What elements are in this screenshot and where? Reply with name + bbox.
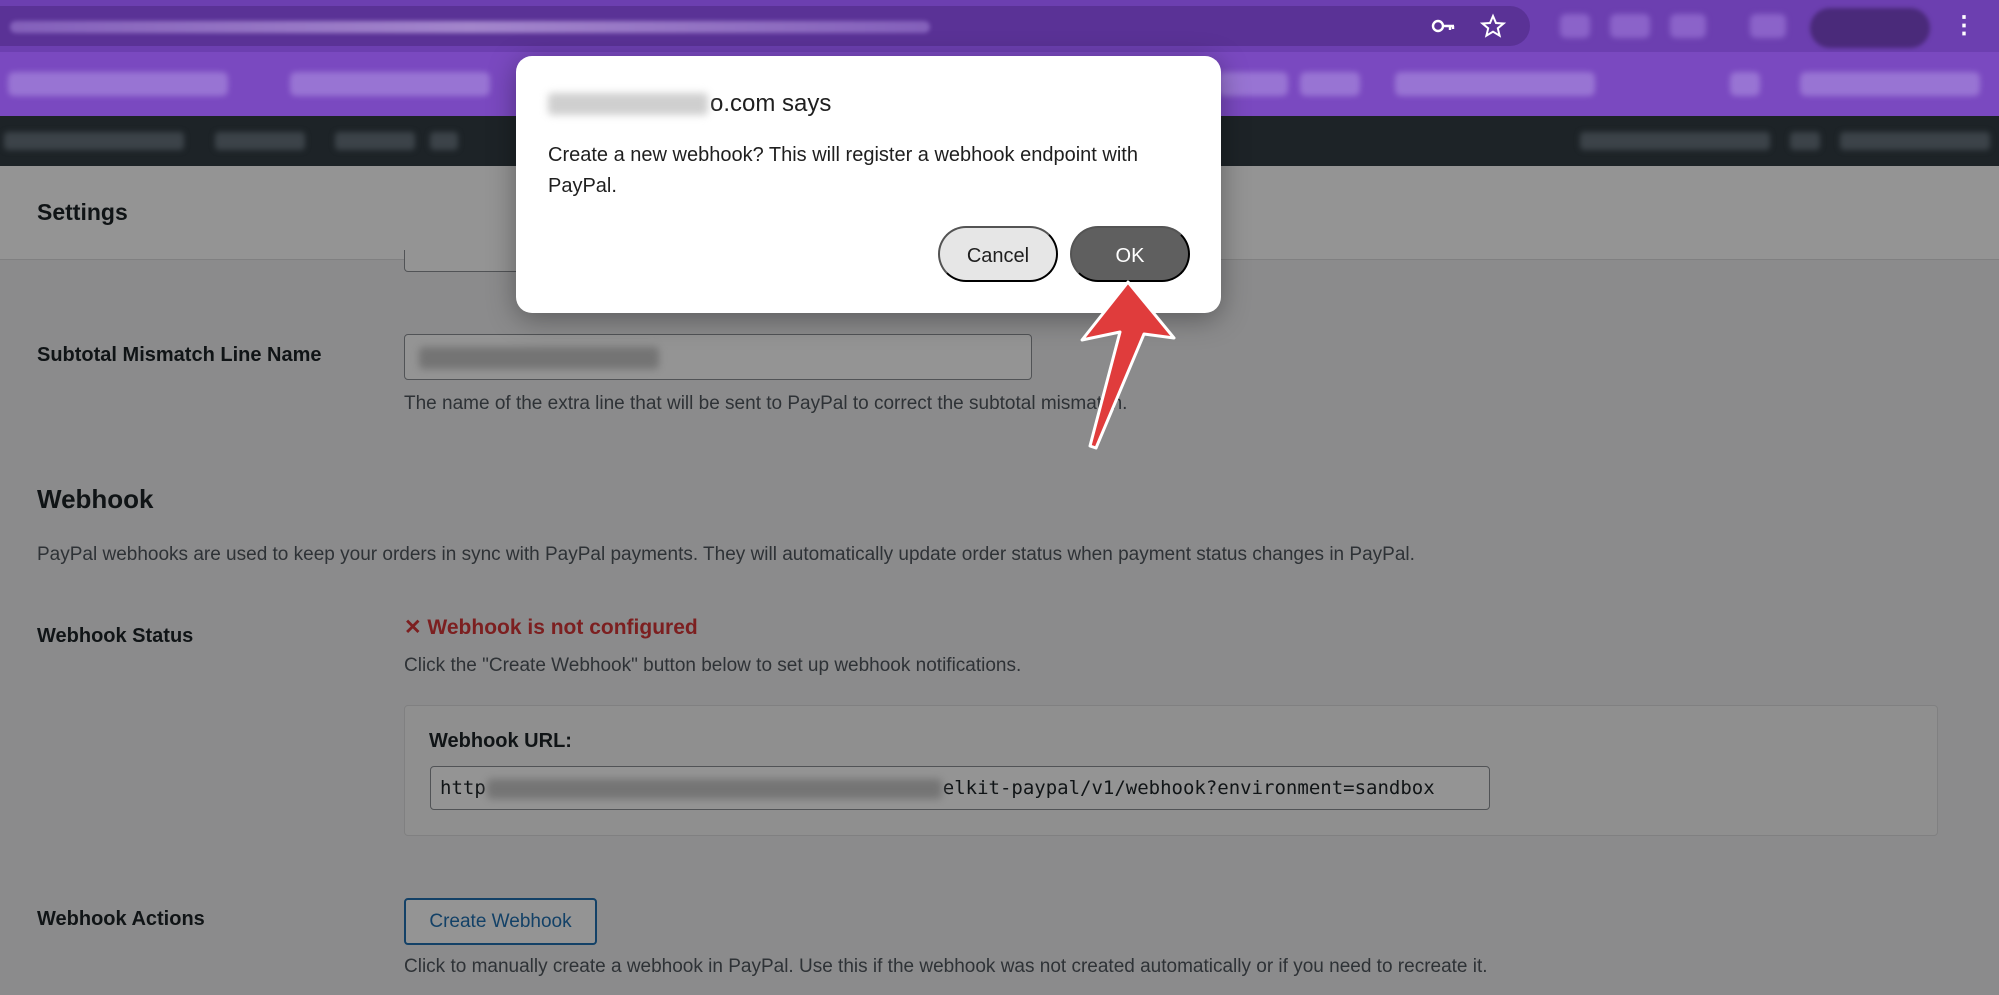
webhook-url-label: Webhook URL: — [429, 730, 572, 752]
bookmark-item[interactable] — [1800, 72, 1980, 96]
admin-bar-item[interactable] — [1790, 132, 1820, 150]
dialog-origin-redacted — [548, 93, 708, 115]
admin-bar-item[interactable] — [430, 132, 458, 150]
webhook-url-redacted — [486, 778, 942, 799]
webhook-status-badge: ✕ Webhook is not configured — [404, 616, 698, 639]
subtotal-line-description: The name of the extra line that will be … — [404, 393, 1128, 414]
bookmark-item[interactable] — [290, 72, 490, 96]
page-title: Settings — [37, 199, 128, 225]
admin-bar-item[interactable] — [1580, 132, 1770, 150]
address-bar[interactable] — [0, 6, 1530, 46]
admin-bar-item[interactable] — [335, 132, 415, 150]
dialog-title-text: o.com says — [710, 90, 832, 117]
admin-bar-item[interactable] — [1840, 132, 1990, 150]
bookmark-item[interactable] — [1300, 72, 1360, 96]
key-icon[interactable] — [1430, 13, 1456, 39]
cancel-button[interactable]: Cancel — [938, 226, 1058, 282]
browser-toolbar: ⋮ — [0, 0, 1999, 52]
star-icon[interactable] — [1479, 13, 1507, 39]
dialog-title: o.com says — [548, 90, 831, 118]
dialog-message: Create a new webhook? This will register… — [548, 144, 1138, 197]
menu-dots-icon[interactable]: ⋮ — [1952, 12, 1976, 40]
bookmark-item[interactable] — [1730, 72, 1760, 96]
create-webhook-button[interactable]: Create Webhook — [404, 898, 597, 945]
input-value-redacted — [419, 347, 659, 369]
extension-icon[interactable] — [1670, 14, 1706, 38]
bookmark-item[interactable] — [8, 72, 228, 96]
webhook-url-prefix: http — [440, 777, 486, 799]
webhook-status-hint: Click the "Create Webhook" button below … — [404, 655, 1022, 676]
webhook-actions-label: Webhook Actions — [37, 908, 205, 930]
confirm-dialog: o.com says Create a new webhook? This wi… — [516, 56, 1221, 313]
subtotal-line-label: Subtotal Mismatch Line Name — [37, 344, 322, 366]
address-bar-url-redacted — [10, 21, 930, 33]
webhook-url-field[interactable]: http elkit-paypal/v1/webhook?environment=… — [430, 766, 1490, 810]
extension-icon[interactable] — [1610, 14, 1650, 38]
subtotal-line-input[interactable] — [404, 334, 1032, 380]
ok-button[interactable]: OK — [1070, 226, 1190, 282]
webhook-actions-hint: Click to manually create a webhook in Pa… — [404, 956, 1488, 977]
webhook-section-title: Webhook — [37, 484, 154, 514]
bookmark-item[interactable] — [1218, 72, 1288, 96]
profile-button[interactable] — [1810, 8, 1930, 48]
webhook-status-label: Webhook Status — [37, 625, 194, 647]
annotation-arrow-icon — [1080, 280, 1176, 450]
bookmark-item[interactable] — [1395, 72, 1595, 96]
extension-icon[interactable] — [1560, 14, 1590, 38]
extension-icon[interactable] — [1750, 14, 1786, 38]
webhook-url-suffix: elkit-paypal/v1/webhook?environment=sand… — [942, 777, 1435, 799]
webhook-section-description: PayPal webhooks are used to keep your or… — [37, 544, 1415, 565]
admin-bar-item[interactable] — [215, 132, 305, 150]
admin-bar-item[interactable] — [4, 132, 184, 150]
